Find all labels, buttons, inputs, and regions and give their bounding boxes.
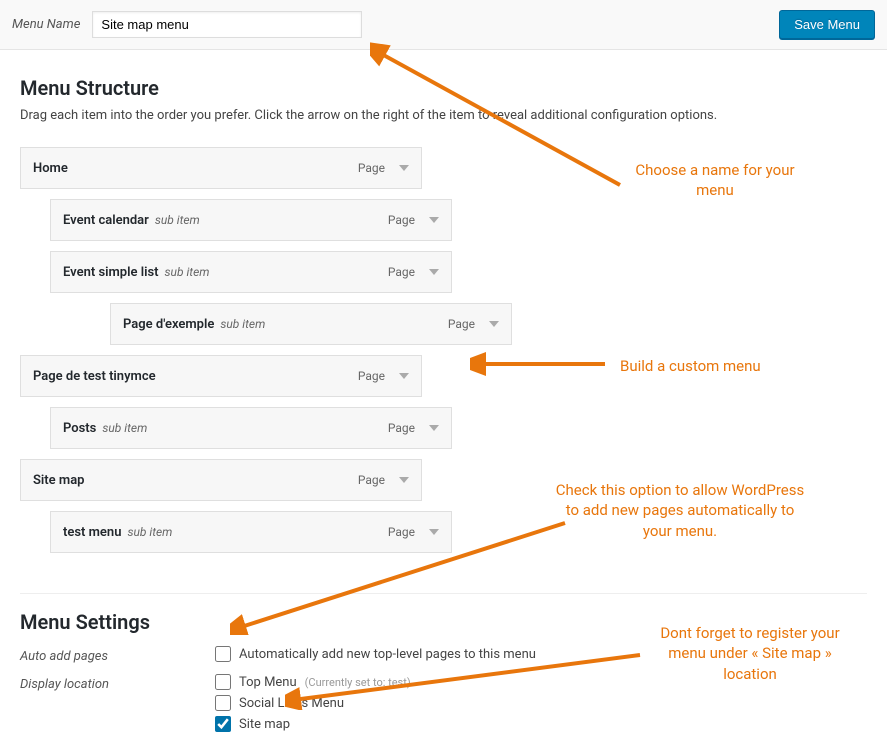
menu-item-title: Site map (33, 473, 85, 488)
menu-item-controls: Page (388, 421, 439, 435)
divider (20, 593, 867, 594)
menu-settings-heading: Menu Settings (20, 610, 867, 634)
menu-item[interactable]: Site map Page (20, 459, 422, 501)
auto-add-pages-checkbox[interactable] (215, 646, 231, 662)
sub-item-label: sub item (165, 265, 210, 279)
chevron-down-icon[interactable] (429, 529, 439, 535)
display-location-option[interactable]: Site map (215, 716, 411, 732)
chevron-down-icon[interactable] (489, 321, 499, 327)
chevron-down-icon[interactable] (429, 425, 439, 431)
auto-add-pages-option[interactable]: Automatically add new top-level pages to… (215, 646, 536, 662)
chevron-down-icon[interactable] (399, 373, 409, 379)
display-location-options: Top Menu (Currently set to: test) Social … (215, 674, 411, 732)
menu-item-type: Page (358, 473, 385, 487)
menu-item-type: Page (358, 369, 385, 383)
chevron-down-icon[interactable] (429, 269, 439, 275)
menu-item[interactable]: test menu sub item Page (50, 511, 452, 553)
save-menu-button[interactable]: Save Menu (779, 10, 875, 39)
chevron-down-icon[interactable] (399, 477, 409, 483)
menu-item[interactable]: Event simple list sub item Page (50, 251, 452, 293)
menu-item[interactable]: Page de test tinymce Page (20, 355, 422, 397)
auto-add-pages-label: Auto add pages (20, 646, 215, 664)
display-location-text: Site map (239, 717, 290, 732)
menu-item-type: Page (358, 161, 385, 175)
menu-item-type: Page (388, 421, 415, 435)
menu-item[interactable]: Home Page (20, 147, 422, 189)
display-location-checkbox[interactable] (215, 716, 231, 732)
auto-add-pages-row: Auto add pages Automatically add new top… (20, 644, 867, 666)
menu-item-controls: Page (388, 265, 439, 279)
menu-item-title: test menu (63, 525, 121, 540)
menu-item-type: Page (388, 265, 415, 279)
menu-item-title: Page de test tinymce (33, 369, 156, 384)
menu-item-controls: Page (358, 473, 409, 487)
sub-item-label: sub item (155, 213, 200, 227)
menu-edit-header: Menu Name Save Menu (0, 0, 887, 50)
sub-item-label: sub item (220, 317, 265, 331)
menu-item-title: Posts (63, 421, 96, 436)
auto-add-pages-text: Automatically add new top-level pages to… (239, 647, 536, 662)
sub-item-label: sub item (127, 525, 172, 539)
menu-item-title: Event calendar (63, 213, 149, 228)
menu-name-group: Menu Name (12, 11, 362, 38)
display-location-checkbox[interactable] (215, 674, 231, 690)
chevron-down-icon[interactable] (399, 165, 409, 171)
display-location-checkbox[interactable] (215, 695, 231, 711)
menu-item[interactable]: Page d'exemple sub item Page (110, 303, 512, 345)
menu-item-type: Page (388, 213, 415, 227)
menu-item-controls: Page (388, 213, 439, 227)
menu-item-title: Page d'exemple (123, 317, 214, 332)
menu-item-controls: Page (388, 525, 439, 539)
display-location-text: Top Menu (239, 675, 297, 690)
menu-item-controls: Page (358, 369, 409, 383)
menu-item-controls: Page (448, 317, 499, 331)
sub-item-label: sub item (102, 421, 147, 435)
menu-items-list: HomePageEvent calendarsub itemPageEvent … (20, 147, 867, 553)
display-location-row: Display location Top Menu (Currently set… (20, 672, 867, 734)
menu-item-title: Home (33, 161, 68, 176)
display-location-text: Social Links Menu (239, 696, 344, 711)
menu-name-input[interactable] (92, 11, 362, 38)
menu-item-type: Page (388, 525, 415, 539)
chevron-down-icon[interactable] (429, 217, 439, 223)
menu-name-label: Menu Name (12, 17, 80, 32)
menu-item-type: Page (448, 317, 475, 331)
menu-item[interactable]: Event calendar sub item Page (50, 199, 452, 241)
menu-item[interactable]: Posts sub item Page (50, 407, 452, 449)
display-location-option[interactable]: Top Menu (Currently set to: test) (215, 674, 411, 690)
display-location-option[interactable]: Social Links Menu (215, 695, 411, 711)
display-location-note: (Currently set to: test) (305, 676, 411, 689)
menu-item-controls: Page (358, 161, 409, 175)
menu-structure-description: Drag each item into the order you prefer… (20, 108, 867, 123)
display-location-label: Display location (20, 674, 215, 692)
menu-structure-heading: Menu Structure (20, 76, 867, 100)
menu-item-title: Event simple list (63, 265, 159, 280)
